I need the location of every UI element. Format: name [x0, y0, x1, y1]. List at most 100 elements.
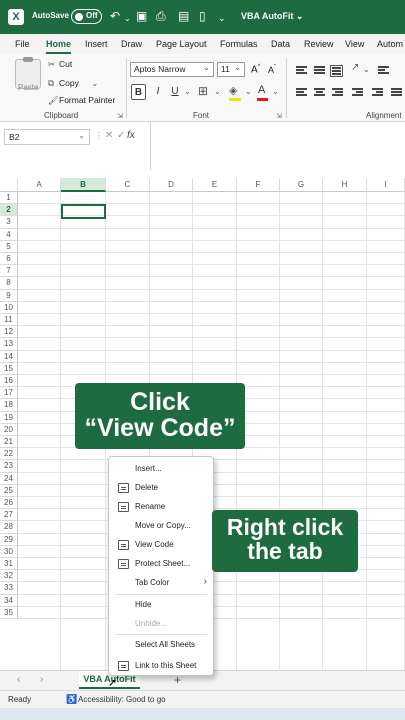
row-header[interactable]: 35: [0, 606, 18, 619]
row-header[interactable]: 9: [0, 289, 18, 302]
menu-item-select-all-sheets[interactable]: Select All Sheets: [109, 637, 213, 653]
row-header[interactable]: 12: [0, 326, 18, 339]
row-header[interactable]: 4: [0, 228, 18, 241]
cut-button[interactable]: ✂ Cut: [48, 59, 72, 70]
row-header[interactable]: 16: [0, 375, 18, 388]
row-header[interactable]: 23: [0, 460, 18, 473]
column-header[interactable]: I: [367, 178, 405, 192]
underline-button[interactable]: U: [169, 84, 181, 100]
tab-formulas[interactable]: Formulas: [220, 39, 258, 49]
tab-view[interactable]: View: [345, 39, 364, 49]
row-header[interactable]: 10: [0, 301, 18, 314]
row-header[interactable]: 29: [0, 533, 18, 546]
row-header[interactable]: 31: [0, 558, 18, 571]
fill-color-icon[interactable]: ◈: [229, 84, 237, 97]
row-header[interactable]: 14: [0, 350, 18, 363]
row-header[interactable]: 5: [0, 240, 18, 253]
document-title[interactable]: VBA AutoFit ⌄: [241, 11, 303, 22]
row-header[interactable]: 32: [0, 570, 18, 583]
row-header[interactable]: 22: [0, 448, 18, 461]
customize-icon[interactable]: ⌄: [218, 11, 226, 25]
row-header[interactable]: 15: [0, 362, 18, 375]
row-header[interactable]: 21: [0, 436, 18, 449]
increase-indent-icon[interactable]: [372, 88, 383, 97]
row-header[interactable]: 17: [0, 387, 18, 400]
fill-dropdown-icon[interactable]: ⌄: [245, 87, 252, 96]
cancel-icon[interactable]: ✕: [105, 130, 113, 141]
align-bottom-icon[interactable]: [330, 65, 343, 77]
tab-file[interactable]: File: [15, 39, 30, 49]
active-cell-b2[interactable]: [61, 204, 106, 219]
column-header[interactable]: B: [61, 178, 106, 192]
wrap-text-icon[interactable]: [378, 66, 389, 75]
column-header[interactable]: C: [106, 178, 150, 192]
row-header[interactable]: 30: [0, 545, 18, 558]
tab-insert[interactable]: Insert: [85, 39, 108, 49]
print-icon[interactable]: ⎙: [156, 9, 166, 23]
bold-button[interactable]: B: [131, 84, 146, 100]
row-header[interactable]: 27: [0, 509, 18, 522]
underline-dropdown-icon[interactable]: ⌄: [184, 87, 191, 96]
menu-item-move-or-copy[interactable]: Move or Copy...: [109, 518, 213, 534]
italic-button[interactable]: I: [152, 84, 164, 100]
row-header[interactable]: 18: [0, 399, 18, 412]
column-header[interactable]: E: [193, 178, 237, 192]
row-header[interactable]: 28: [0, 521, 18, 534]
borders-icon[interactable]: ⊞: [198, 84, 208, 98]
autosave-toggle[interactable]: Off: [71, 9, 102, 24]
row-header[interactable]: 25: [0, 484, 18, 497]
decrease-font-icon[interactable]: Aˇ: [268, 65, 276, 75]
row-header[interactable]: 7: [0, 265, 18, 278]
row-header[interactable]: 19: [0, 411, 18, 424]
row-header[interactable]: 8: [0, 277, 18, 290]
paste-button[interactable]: Paste: [18, 83, 38, 92]
align-center-icon[interactable]: [314, 88, 325, 97]
menu-item-tab-color[interactable]: Tab Color ›: [109, 575, 213, 591]
font-name-select[interactable]: Aptos Narrow ⌄: [130, 62, 214, 77]
font-color-icon[interactable]: A: [258, 84, 265, 96]
tab-review[interactable]: Review: [304, 39, 334, 49]
save-icon[interactable]: ▣: [136, 9, 147, 23]
row-header[interactable]: 6: [0, 253, 18, 266]
align-right-icon[interactable]: [332, 88, 343, 97]
row-header[interactable]: 33: [0, 582, 18, 595]
row-header[interactable]: 3: [0, 216, 18, 229]
align-left-icon[interactable]: [296, 88, 307, 97]
borders-dropdown-icon[interactable]: ⌄: [214, 87, 221, 96]
copy-button[interactable]: ⧉ Copy ⌄: [48, 78, 98, 89]
clipboard-launcher-icon[interactable]: ⇲: [117, 112, 123, 120]
sheet-next-icon[interactable]: ›: [40, 674, 43, 685]
row-header[interactable]: 26: [0, 497, 18, 510]
select-all-corner[interactable]: [0, 178, 18, 192]
increase-font-icon[interactable]: A^: [251, 64, 261, 75]
font-size-select[interactable]: 11 ⌄: [217, 62, 245, 77]
orientation-dropdown-icon[interactable]: ⌄: [363, 65, 370, 74]
row-header[interactable]: 34: [0, 594, 18, 607]
excel-logo-icon[interactable]: X: [8, 9, 24, 25]
insert-function-icon[interactable]: fx: [127, 130, 135, 141]
font-launcher-icon[interactable]: ⇲: [276, 112, 282, 120]
tab-home[interactable]: Home: [46, 39, 72, 54]
column-header[interactable]: F: [237, 178, 280, 192]
row-header[interactable]: 20: [0, 423, 18, 436]
status-accessibility[interactable]: Accessibility: Good to go: [78, 695, 166, 704]
row-header[interactable]: 24: [0, 472, 18, 485]
row-header[interactable]: 11: [0, 314, 18, 327]
menu-item-delete[interactable]: Delete: [109, 480, 213, 496]
confirm-icon[interactable]: ✓: [117, 130, 125, 141]
accessibility-icon[interactable]: ♿: [66, 694, 77, 705]
menu-item-insert[interactable]: Insert...: [109, 461, 213, 477]
menu-item-rename[interactable]: Rename: [109, 499, 213, 515]
merge-center-icon[interactable]: [391, 88, 402, 97]
menu-item-link-to-sheet[interactable]: Link to this Sheet: [109, 658, 213, 674]
column-header[interactable]: G: [280, 178, 323, 192]
undo-icon[interactable]: ↶: [110, 9, 120, 23]
menu-item-hide[interactable]: Hide: [109, 597, 213, 613]
column-header[interactable]: H: [323, 178, 367, 192]
tab-page-layout[interactable]: Page Layout: [156, 39, 207, 49]
row-header[interactable]: 2: [0, 204, 18, 217]
print-preview-icon[interactable]: ▤: [178, 9, 189, 23]
align-top-icon[interactable]: [296, 66, 307, 75]
tab-data[interactable]: Data: [271, 39, 290, 49]
tab-draw[interactable]: Draw: [121, 39, 142, 49]
